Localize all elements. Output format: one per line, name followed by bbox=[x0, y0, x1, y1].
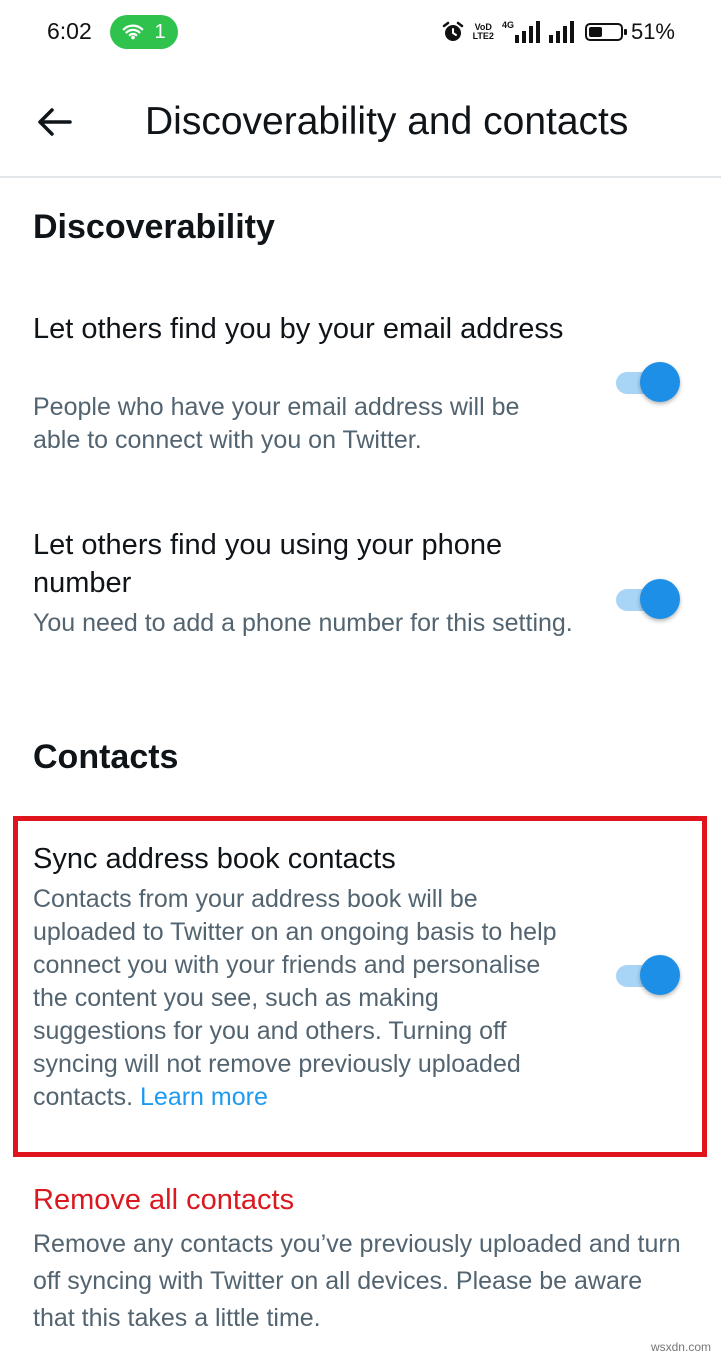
setting-phone-discoverability[interactable]: Let others find you using your phone num… bbox=[0, 506, 721, 686]
wifi-icon bbox=[123, 24, 144, 40]
toggle-thumb bbox=[640, 362, 680, 402]
section-header-discoverability: Discoverability bbox=[33, 208, 275, 246]
setting-sync-contacts[interactable]: Sync address book contacts Contacts from… bbox=[0, 820, 721, 1150]
4g-label: 4G bbox=[501, 20, 514, 30]
setting-email-discoverability[interactable]: Let others find you by your email addres… bbox=[0, 290, 721, 470]
wifi-count: 1 bbox=[154, 20, 166, 43]
sync-description-text: Contacts from your address book will be … bbox=[33, 885, 557, 1111]
learn-more-link[interactable]: Learn more bbox=[140, 1083, 268, 1111]
sync-contacts-toggle[interactable] bbox=[616, 953, 682, 997]
email-discoverability-toggle[interactable] bbox=[616, 360, 682, 404]
battery-percent: 51% bbox=[630, 19, 675, 44]
watermark: wsxdn.com bbox=[650, 1340, 711, 1354]
setting-description: Contacts from your address book will be … bbox=[33, 883, 573, 1114]
remove-all-contacts-description: Remove any contacts you’ve previously up… bbox=[33, 1230, 681, 1332]
app-bar: Discoverability and contacts bbox=[0, 66, 721, 178]
toggle-thumb bbox=[640, 579, 680, 619]
setting-title: Let others find you by your email addres… bbox=[33, 313, 564, 345]
battery-fill bbox=[588, 27, 603, 37]
wifi-hotspot-pill: 1 bbox=[110, 15, 178, 49]
back-arrow-icon[interactable] bbox=[34, 102, 74, 142]
toggle-thumb bbox=[640, 955, 680, 995]
lte-label: LTE2 bbox=[472, 31, 494, 41]
setting-title: Let others find you using your phone num… bbox=[33, 529, 503, 599]
phone-discoverability-toggle[interactable] bbox=[616, 577, 682, 621]
page-title: Discoverability and contacts bbox=[145, 100, 629, 143]
remove-all-contacts-button[interactable]: Remove all contacts bbox=[33, 1184, 294, 1217]
setting-title: Sync address book contacts bbox=[33, 843, 396, 875]
alarm-icon bbox=[442, 21, 463, 41]
signal-bars-2-icon bbox=[548, 21, 574, 43]
status-bar: 6:02 1 VoD LTE2 4G 51% bbox=[0, 0, 721, 66]
battery-icon bbox=[584, 23, 627, 41]
signal-4g-icon: 4G bbox=[502, 21, 541, 43]
status-time: 6:02 bbox=[47, 18, 92, 44]
volte-indicator: VoD LTE2 bbox=[473, 23, 494, 41]
signal-bars-icon bbox=[514, 21, 540, 43]
section-header-contacts: Contacts bbox=[33, 738, 179, 776]
setting-description: People who have your email address will … bbox=[33, 393, 520, 454]
setting-description: You need to add a phone number for this … bbox=[33, 609, 573, 637]
